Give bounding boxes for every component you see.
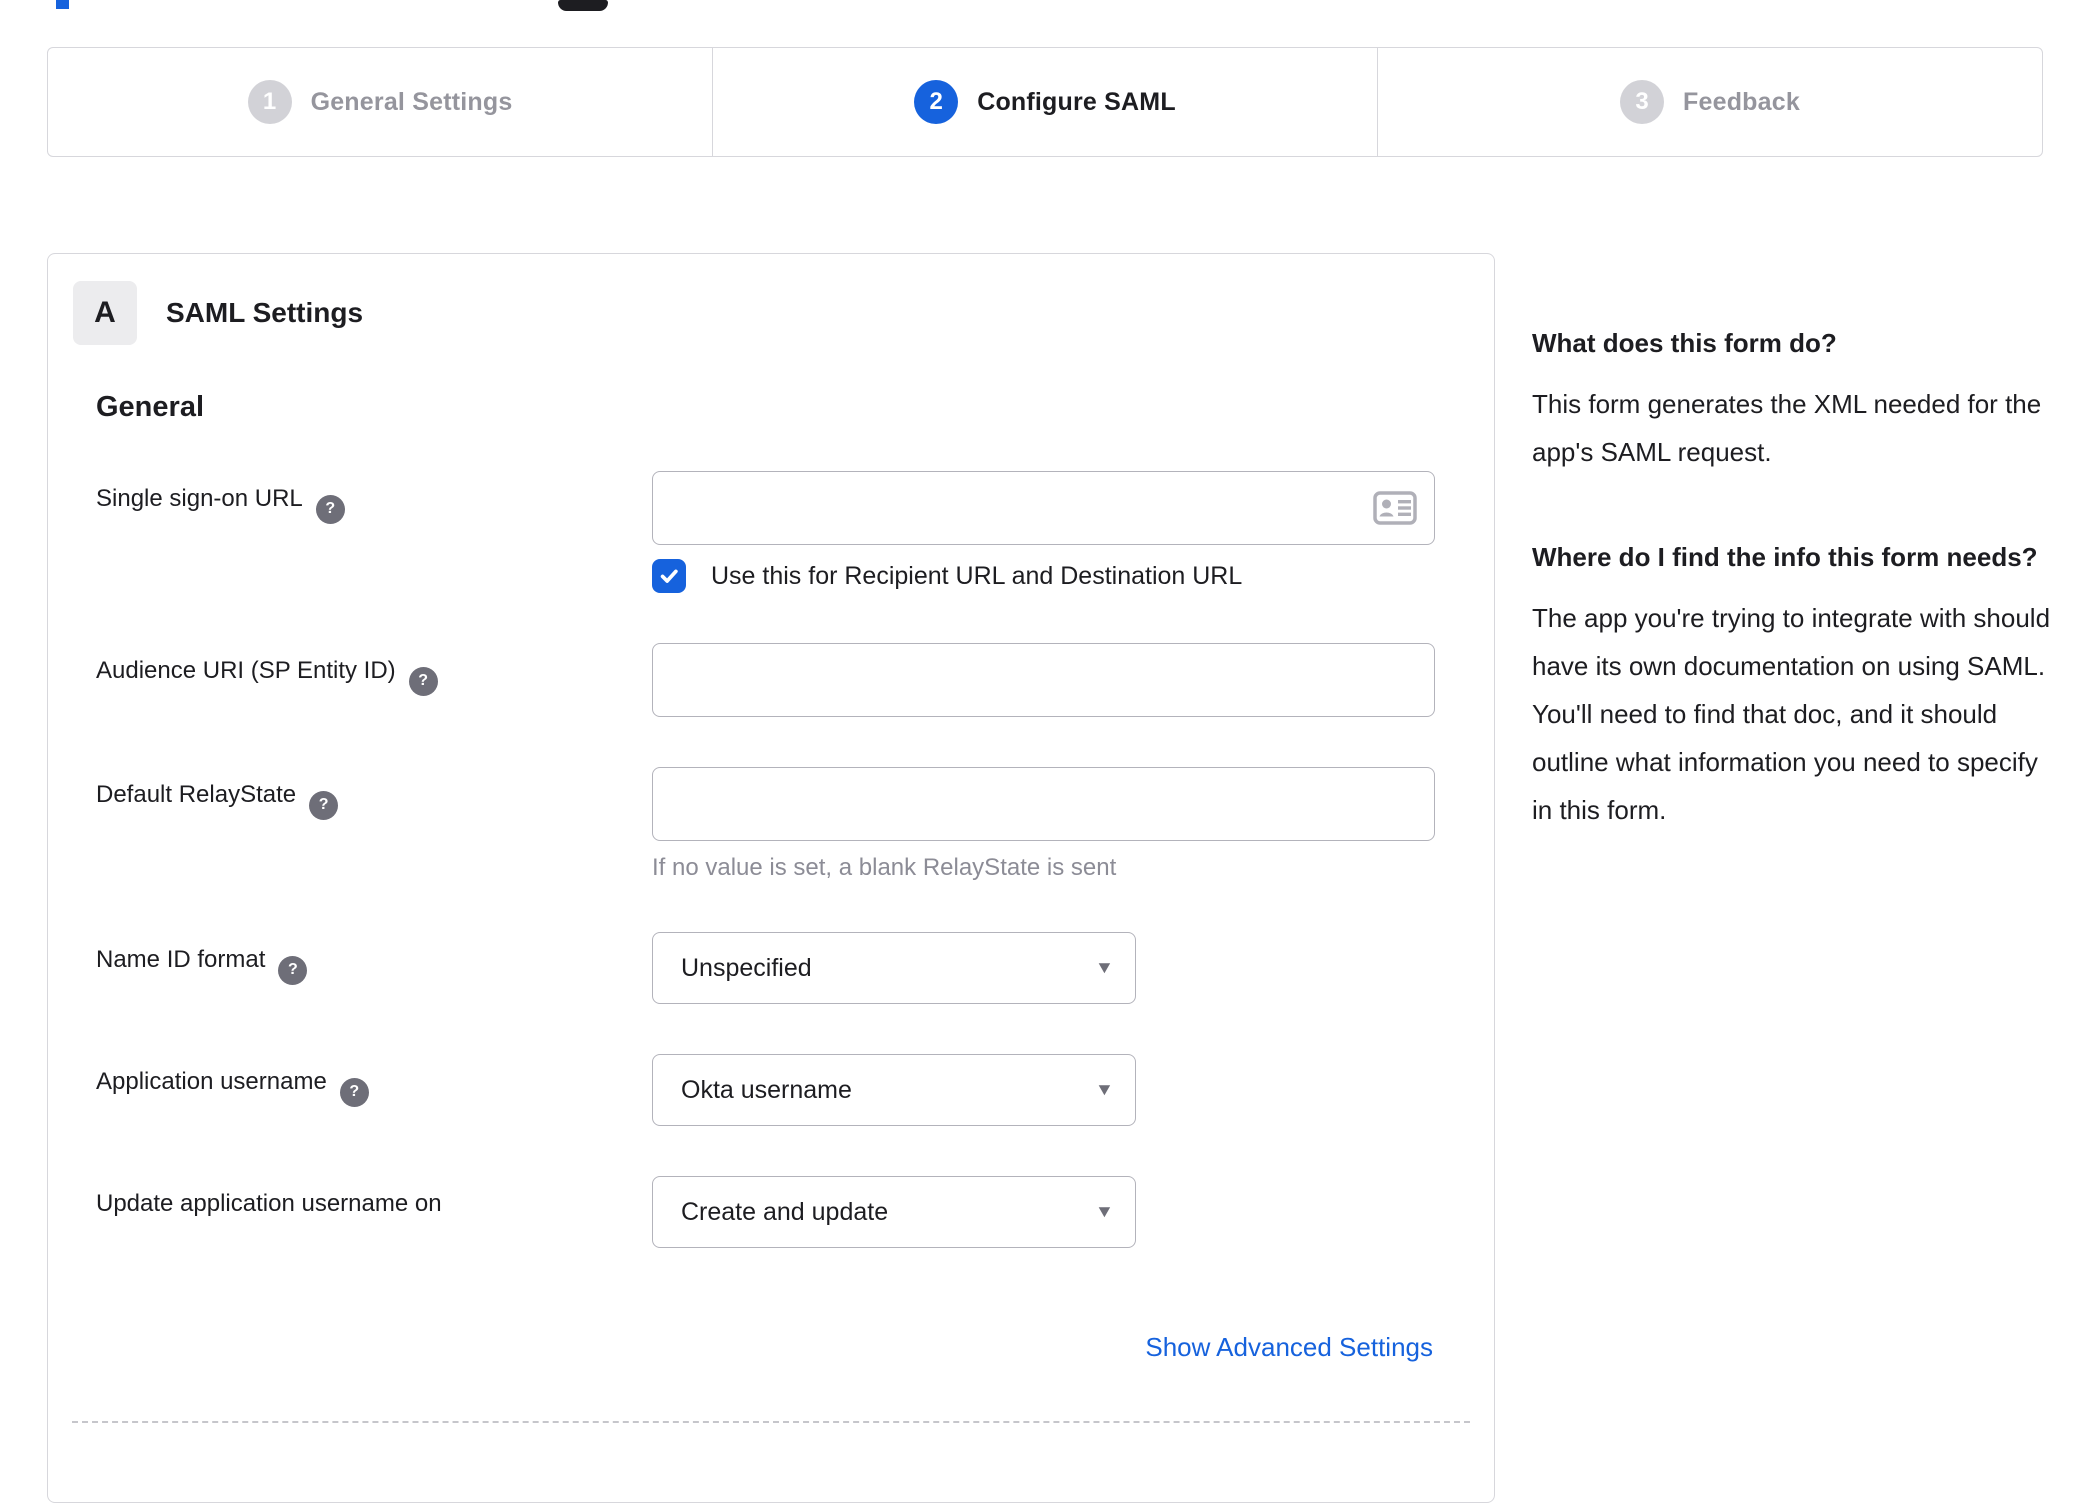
- step-number-badge: 2: [914, 80, 959, 124]
- step-feedback[interactable]: 3 Feedback: [1377, 48, 2042, 156]
- field-label-text: Application username: [96, 1068, 327, 1095]
- saml-settings-panel: A SAML Settings General Single sign-on U…: [47, 253, 1495, 1503]
- select-value: Okta username: [681, 1075, 852, 1104]
- help-sidebar: What does this form do? This form genera…: [1532, 320, 2052, 892]
- field-row-update-app-username: Update application username on Create an…: [96, 1176, 1494, 1248]
- help-icon[interactable]: ?: [315, 494, 345, 524]
- section-title: SAML Settings: [166, 297, 364, 328]
- name-id-format-select[interactable]: Unspecified ▼: [652, 932, 1136, 1004]
- step-number-badge: 1: [247, 80, 292, 124]
- select-value: Create and update: [681, 1197, 889, 1226]
- update-app-username-select[interactable]: Create and update ▼: [652, 1176, 1136, 1248]
- field-row-default-relaystate: Default RelayState? If no value is set, …: [96, 767, 1494, 882]
- advanced-settings-row: Show Advanced Settings: [96, 1332, 1494, 1363]
- application-username-label: Application username?: [96, 1054, 652, 1126]
- field-row-audience-uri: Audience URI (SP Entity ID)?: [96, 643, 1494, 717]
- update-app-username-label: Update application username on: [96, 1176, 652, 1248]
- saml-form: Single sign-on URL? Use this for Recipie…: [48, 471, 1494, 1363]
- clipped-blue-fragment: [56, 0, 69, 9]
- field-label-text: Single sign-on URL: [96, 485, 303, 512]
- step-label: General Settings: [310, 87, 513, 116]
- help-icon[interactable]: ?: [339, 1077, 369, 1107]
- relaystate-helper-text: If no value is set, a blank RelayState i…: [652, 854, 1117, 881]
- section-a-badge: A: [73, 281, 137, 345]
- step-configure-saml[interactable]: 2 Configure SAML: [712, 48, 1377, 156]
- section-dashed-divider: [72, 1421, 1470, 1423]
- step-label: Configure SAML: [977, 87, 1176, 116]
- sso-url-label: Single sign-on URL?: [96, 471, 652, 593]
- default-relaystate-label: Default RelayState?: [96, 767, 652, 882]
- field-label-text: Default RelayState: [96, 781, 297, 808]
- contact-card-icon[interactable]: [1373, 491, 1417, 525]
- field-row-application-username: Application username? Okta username ▼: [96, 1054, 1494, 1126]
- field-row-sso-url: Single sign-on URL? Use this for Recipie…: [96, 471, 1494, 593]
- chevron-down-icon: ▼: [1094, 1202, 1115, 1221]
- audience-uri-label: Audience URI (SP Entity ID)?: [96, 643, 652, 717]
- section-header: A SAML Settings: [48, 281, 1494, 345]
- clipped-toolbar-fragment: [558, 0, 608, 11]
- field-row-name-id-format: Name ID format? Unspecified ▼: [96, 932, 1494, 1004]
- recipient-url-checkbox-row: Use this for Recipient URL and Destinati…: [652, 559, 1494, 593]
- help-answer-2: The app you're trying to integrate with …: [1532, 603, 2051, 825]
- step-general-settings[interactable]: 1 General Settings: [48, 48, 712, 156]
- general-group-title: General: [96, 391, 204, 423]
- help-question-1: What does this form do?: [1532, 328, 1837, 358]
- default-relaystate-input[interactable]: [652, 767, 1435, 841]
- field-label-text: Name ID format: [96, 946, 266, 973]
- audience-uri-input[interactable]: [652, 643, 1435, 717]
- help-icon[interactable]: ?: [408, 666, 438, 696]
- recipient-url-checkbox-label[interactable]: Use this for Recipient URL and Destinati…: [711, 562, 1242, 591]
- select-value: Unspecified: [681, 953, 812, 982]
- chevron-down-icon: ▼: [1094, 958, 1115, 977]
- field-label-text: Update application username on: [96, 1190, 442, 1217]
- step-label: Feedback: [1683, 87, 1800, 116]
- step-number-badge: 3: [1620, 80, 1665, 124]
- checkmark-icon: [660, 569, 678, 583]
- sso-url-input[interactable]: [652, 471, 1435, 545]
- wizard-stepper: 1 General Settings 2 Configure SAML 3 Fe…: [47, 47, 2043, 157]
- help-answer-1: This form generates the XML needed for t…: [1532, 389, 2042, 467]
- show-advanced-settings-link[interactable]: Show Advanced Settings: [1145, 1332, 1433, 1362]
- application-username-select[interactable]: Okta username ▼: [652, 1054, 1136, 1126]
- recipient-url-checkbox[interactable]: [652, 559, 686, 593]
- chevron-down-icon: ▼: [1094, 1080, 1115, 1099]
- name-id-format-label: Name ID format?: [96, 932, 652, 1004]
- help-question-2: Where do I find the info this form needs…: [1532, 542, 2038, 572]
- help-icon[interactable]: ?: [309, 790, 339, 820]
- field-label-text: Audience URI (SP Entity ID): [96, 657, 396, 684]
- help-icon[interactable]: ?: [278, 955, 308, 985]
